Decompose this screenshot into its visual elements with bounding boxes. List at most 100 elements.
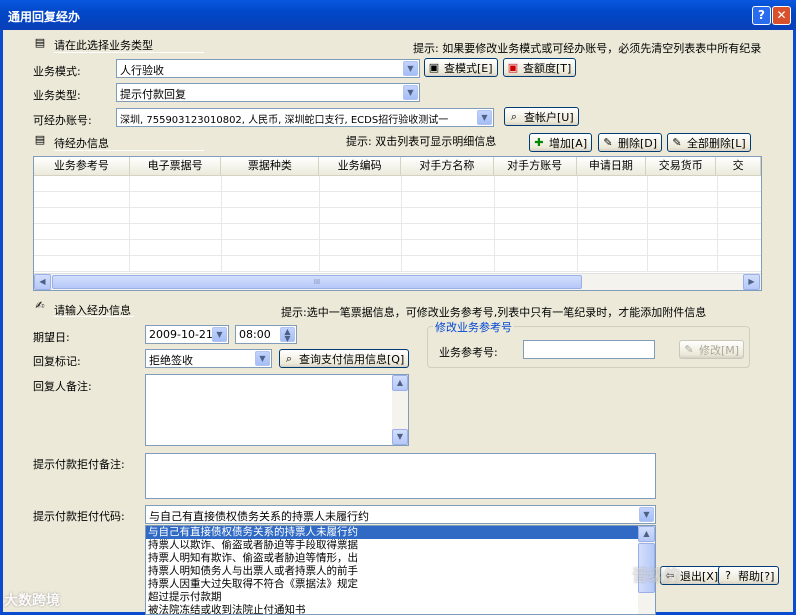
table-header: 业务参考号 电子票据号 票据种类 业务编码 对手方名称 对手方账号 申请日期 交…: [34, 157, 761, 176]
list-item[interactable]: 持票人明知债务人与出票人或者持票人的前手: [146, 565, 655, 578]
account-label: 可经办账号:: [33, 114, 92, 127]
spinner-icon[interactable]: ▲ ▼: [280, 327, 295, 343]
chevron-down-icon[interactable]: ▼: [477, 110, 492, 125]
search-icon: ⌕: [285, 352, 293, 365]
type-select[interactable]: 提示付款回复 ▼: [116, 83, 420, 102]
mode-select[interactable]: 人行验收 ▼: [116, 59, 420, 78]
ref-label: 业务参考号:: [439, 346, 498, 359]
modify-ref-group-title: 修改业务参考号: [433, 319, 514, 335]
delete-all-button[interactable]: ✎ 全部删除[L]: [667, 133, 751, 152]
list-item[interactable]: 被法院冻结或收到法院止付通知书: [146, 604, 655, 614]
quota-icon: ▣: [507, 61, 519, 74]
account-value: 深圳, 755903123010802, 人民币, 深圳蛇口支行, ECDS招行…: [120, 115, 449, 126]
chevron-down-icon[interactable]: ▼: [403, 61, 418, 76]
modify-ref-group: 修改业务参考号 业务参考号: ✎ 修改[M]: [427, 319, 750, 368]
query-account-label: 查帐户[U]: [524, 111, 574, 124]
reject-code-dropdown-list[interactable]: 与自己有直接债权债务关系的持票人未履行约 持票人以欺诈、偷盗或者胁迫等手段取得票…: [145, 525, 656, 615]
mode-label: 业务模式:: [33, 65, 81, 78]
table-row[interactable]: [34, 240, 761, 256]
add-button[interactable]: ✚ 增加[A]: [529, 133, 593, 152]
help-title-button[interactable]: ?: [752, 6, 771, 25]
table-row[interactable]: [34, 192, 761, 208]
delete-label: 删除[D]: [618, 137, 658, 150]
list-item[interactable]: 持票人因重大过失取得不符合《票据法》规定: [146, 578, 655, 591]
reject-remark-label: 提示付款拒付备注:: [33, 458, 125, 471]
type-label: 业务类型:: [33, 89, 81, 102]
scroll-right-icon[interactable]: ▶: [743, 274, 760, 290]
scroll-up-icon[interactable]: ▲: [392, 375, 408, 391]
vertical-scrollbar[interactable]: ▲ ▼: [392, 375, 408, 445]
help-icon: ?: [725, 569, 731, 582]
modify-button[interactable]: ✎ 修改[M]: [679, 340, 745, 359]
type-value: 提示付款回复: [120, 88, 186, 101]
add-icon: ✚: [534, 136, 544, 149]
date-picker[interactable]: 2009-10-21 ▼: [145, 325, 229, 344]
edit-document-icon: ✍: [35, 299, 45, 312]
time-spinner[interactable]: 08:00 ▲ ▼: [235, 325, 297, 344]
column-header[interactable]: 电子票据号: [130, 157, 222, 175]
date-value: 2009-10-21: [149, 328, 213, 341]
divider: [54, 52, 204, 53]
reply-flag-label: 回复标记:: [33, 355, 81, 368]
query-quota-button[interactable]: ▣ 查额度[T]: [503, 58, 577, 77]
scroll-left-icon[interactable]: ◀: [34, 274, 51, 290]
column-header[interactable]: 业务参考号: [34, 157, 130, 175]
list-item[interactable]: 持票人明知有欺诈、偷盗或者胁迫等情形，出: [146, 552, 655, 565]
column-header[interactable]: 票据种类: [221, 157, 320, 175]
document-icon: ▤: [34, 133, 46, 146]
scroll-up-icon[interactable]: ▲: [638, 526, 655, 542]
search-icon: ▣: [428, 61, 440, 74]
delete-button[interactable]: ✎ 删除[D]: [598, 133, 663, 152]
column-header[interactable]: 交易货币: [646, 157, 717, 175]
scroll-thumb[interactable]: III: [52, 275, 582, 289]
modify-label: 修改[M]: [699, 344, 740, 357]
reject-code-select[interactable]: 与自己有直接债权债务关系的持票人未履行约 ▼: [145, 505, 656, 524]
column-header[interactable]: 申请日期: [577, 157, 647, 175]
remark-textarea[interactable]: ▲ ▼: [145, 374, 409, 446]
reply-flag-select[interactable]: 拒绝签收 ▼: [145, 349, 272, 368]
column-header[interactable]: 业务编码: [319, 157, 401, 175]
remark-label: 回复人备注:: [33, 380, 92, 393]
mode-value: 人行验收: [120, 64, 164, 77]
close-button[interactable]: ✕: [772, 6, 791, 25]
section-pending-title: 待经办信息: [54, 137, 109, 150]
exit-label: 退出[X]: [680, 570, 719, 583]
column-header[interactable]: 交: [716, 157, 761, 175]
edit-icon: ✎: [684, 343, 694, 356]
help-button[interactable]: ? 帮助[?]: [718, 566, 780, 585]
list-item[interactable]: 超过提示付款期: [146, 591, 655, 604]
watermark-right: 晋级的: [632, 566, 681, 585]
calendar-dropdown-icon[interactable]: ▼: [212, 327, 227, 342]
table-row[interactable]: [34, 224, 761, 240]
ref-input[interactable]: [523, 340, 655, 359]
document-icon: ▤: [34, 36, 46, 49]
list-item[interactable]: 与自己有直接债权债务关系的持票人未履行约: [146, 526, 655, 540]
query-account-button[interactable]: ⌕ 查帐户[U]: [504, 107, 579, 126]
section-business-type-title: 请在此选择业务类型: [54, 39, 153, 52]
column-header[interactable]: 对手方账号: [494, 157, 577, 175]
table-row[interactable]: [34, 208, 761, 224]
scroll-down-icon[interactable]: ▼: [392, 429, 408, 445]
delete-all-label: 全部删除[L]: [687, 137, 746, 150]
horizontal-scrollbar[interactable]: ◀ III ▶: [34, 273, 761, 290]
table-row[interactable]: [34, 176, 761, 192]
table-row[interactable]: [34, 256, 761, 272]
query-mode-button[interactable]: ▣ 查模式[E]: [424, 58, 498, 77]
window-title: 通用回复经办: [8, 10, 81, 24]
reject-code-value: 与自己有直接债权债务关系的持票人未履行约: [149, 510, 369, 523]
divider: [54, 316, 134, 317]
account-select[interactable]: 深圳, 755903123010802, 人民币, 深圳蛇口支行, ECDS招行…: [116, 108, 494, 127]
reject-code-label: 提示付款拒付代码:: [33, 510, 125, 523]
chevron-down-icon[interactable]: ▼: [403, 85, 418, 100]
column-header[interactable]: 对手方名称: [401, 157, 494, 175]
chevron-down-icon[interactable]: ▼: [255, 351, 270, 366]
chevron-down-icon[interactable]: ▼: [639, 507, 654, 522]
list-item[interactable]: 持票人以欺诈、偷盗或者胁迫等手段取得票据: [146, 539, 655, 552]
time-value: 08:00: [239, 328, 271, 341]
reject-remark-textarea[interactable]: [145, 453, 656, 499]
query-pay-info-button[interactable]: ⌕ 查询支付信用信息[Q]: [279, 349, 410, 368]
delete-icon: ✎: [603, 136, 613, 149]
pending-table[interactable]: 业务参考号 电子票据号 票据种类 业务编码 对手方名称 对手方账号 申请日期 交…: [33, 156, 762, 291]
add-label: 增加[A]: [549, 137, 588, 150]
delete-all-icon: ✎: [672, 136, 682, 149]
